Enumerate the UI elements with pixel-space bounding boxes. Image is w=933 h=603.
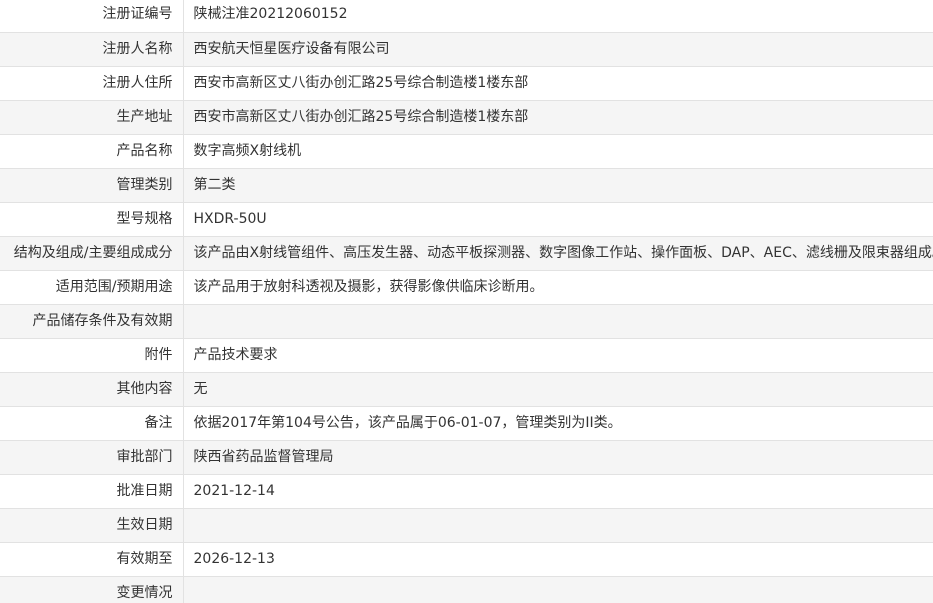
table-row: 生效日期 [0, 508, 933, 543]
row-label-structure-composition: 结构及组成/主要组成成分 [0, 236, 184, 271]
row-label-registrant-name: 注册人名称 [0, 32, 184, 67]
row-label-registration-number: 注册证编号 [0, 0, 184, 33]
row-value-product-name: 数字高频X射线机 [183, 134, 933, 169]
table-row: 结构及组成/主要组成成分 该产品由X射线管组件、高压发生器、动态平板探测器、数字… [0, 236, 933, 271]
row-value-model-spec: HXDR-50U [183, 202, 933, 237]
table-row: 附件 产品技术要求 [0, 338, 933, 373]
row-label-intended-use: 适用范围/预期用途 [0, 270, 184, 305]
row-value-registration-number: 陕械注准20212060152 [183, 0, 933, 33]
row-label-other-content: 其他内容 [0, 372, 184, 407]
row-label-change-status: 变更情况 [0, 576, 184, 603]
row-label-remarks: 备注 [0, 406, 184, 441]
row-value-attachment: 产品技术要求 [183, 338, 933, 373]
table-row: 产品名称 数字高频X射线机 [0, 134, 933, 169]
table-row: 有效期至 2026-12-13 [0, 542, 933, 577]
row-value-intended-use: 该产品用于放射科透视及摄影，获得影像供临床诊断用。 [183, 270, 933, 305]
row-label-storage-validity: 产品储存条件及有效期 [0, 304, 184, 339]
row-label-model-spec: 型号规格 [0, 202, 184, 237]
row-value-change-status [183, 576, 933, 603]
row-value-management-category: 第二类 [183, 168, 933, 203]
row-label-approval-date: 批准日期 [0, 474, 184, 509]
table-row: 其他内容 无 [0, 372, 933, 407]
table-row: 注册证编号 陕械注准20212060152 [0, 0, 933, 33]
row-label-valid-until: 有效期至 [0, 542, 184, 577]
row-label-approval-department: 审批部门 [0, 440, 184, 475]
row-value-structure-composition: 该产品由X射线管组件、高压发生器、动态平板探测器、数字图像工作站、操作面板、DA… [183, 236, 933, 271]
row-label-effective-date: 生效日期 [0, 508, 184, 543]
table-row: 适用范围/预期用途 该产品用于放射科透视及摄影，获得影像供临床诊断用。 [0, 270, 933, 305]
registration-detail-table: 注册证编号 陕械注准20212060152 注册人名称 西安航天恒星医疗设备有限… [0, 0, 933, 603]
row-label-attachment: 附件 [0, 338, 184, 373]
table-row: 注册人名称 西安航天恒星医疗设备有限公司 [0, 32, 933, 67]
row-value-approval-department: 陕西省药品监督管理局 [183, 440, 933, 475]
row-label-production-address: 生产地址 [0, 100, 184, 135]
row-value-valid-until: 2026-12-13 [183, 542, 933, 577]
row-value-effective-date [183, 508, 933, 543]
row-value-registrant-address: 西安市高新区丈八街办创汇路25号综合制造楼1楼东部 [183, 66, 933, 101]
table-row: 注册人住所 西安市高新区丈八街办创汇路25号综合制造楼1楼东部 [0, 66, 933, 101]
table-row: 生产地址 西安市高新区丈八街办创汇路25号综合制造楼1楼东部 [0, 100, 933, 135]
row-value-approval-date: 2021-12-14 [183, 474, 933, 509]
row-label-registrant-address: 注册人住所 [0, 66, 184, 101]
table-row: 备注 依据2017年第104号公告，该产品属于06-01-07，管理类别为II类… [0, 406, 933, 441]
row-value-remarks: 依据2017年第104号公告，该产品属于06-01-07，管理类别为II类。 [183, 406, 933, 441]
row-value-production-address: 西安市高新区丈八街办创汇路25号综合制造楼1楼东部 [183, 100, 933, 135]
row-value-registrant-name: 西安航天恒星医疗设备有限公司 [183, 32, 933, 67]
table-row: 变更情况 [0, 576, 933, 603]
table-row: 批准日期 2021-12-14 [0, 474, 933, 509]
table-row: 审批部门 陕西省药品监督管理局 [0, 440, 933, 475]
row-value-other-content: 无 [183, 372, 933, 407]
row-value-storage-validity [183, 304, 933, 339]
table-row: 产品储存条件及有效期 [0, 304, 933, 339]
table-row: 型号规格 HXDR-50U [0, 202, 933, 237]
table-row: 管理类别 第二类 [0, 168, 933, 203]
row-label-product-name: 产品名称 [0, 134, 184, 169]
row-label-management-category: 管理类别 [0, 168, 184, 203]
